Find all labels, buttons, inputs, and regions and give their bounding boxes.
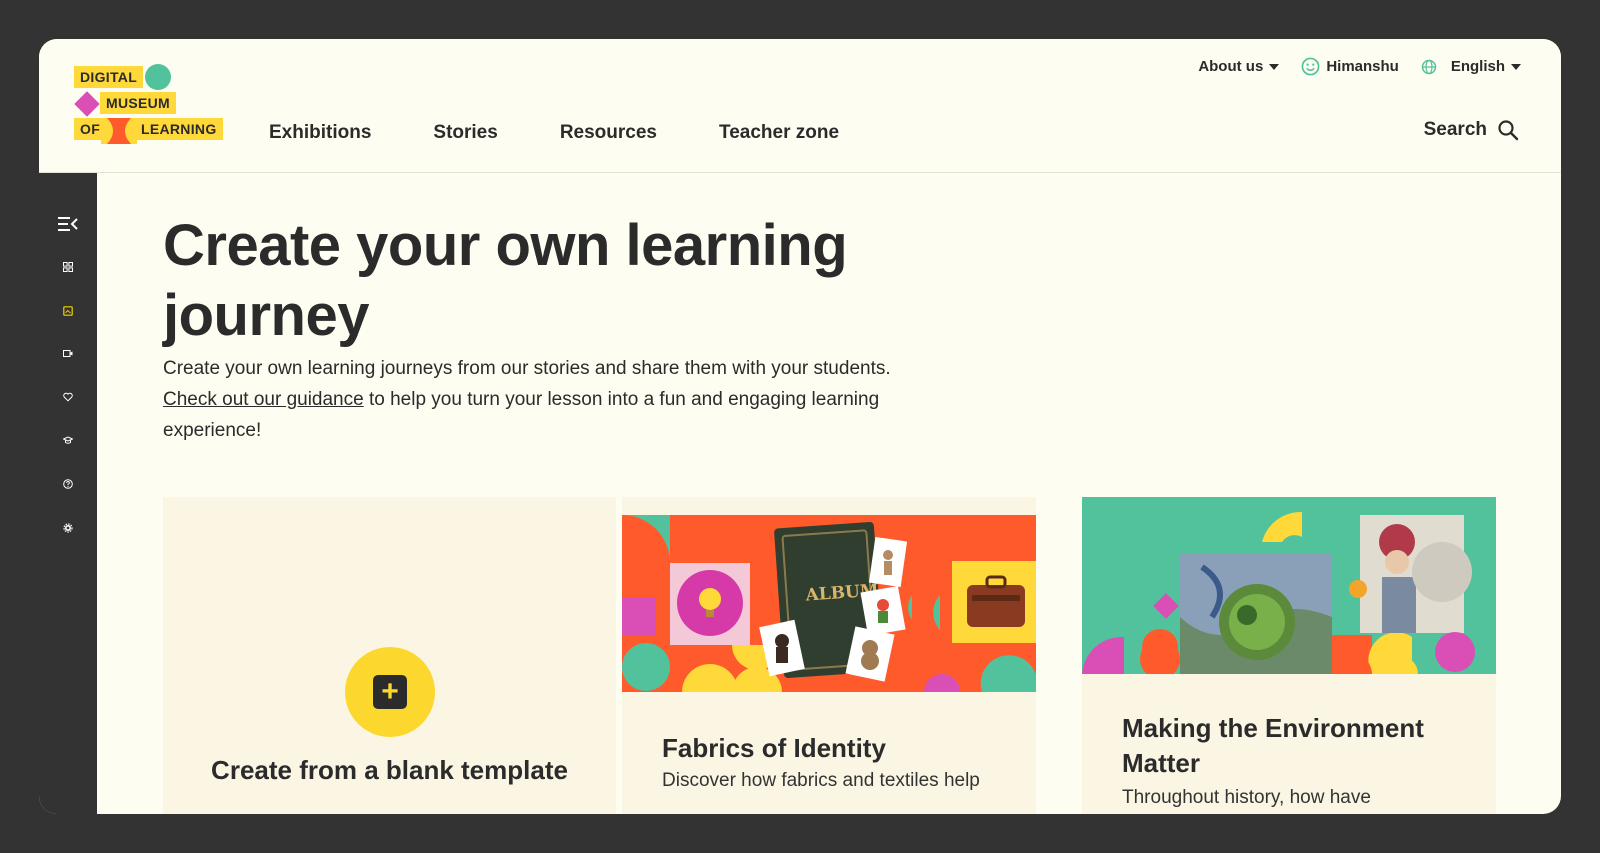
favourites-icon	[63, 392, 73, 402]
logo-diamond-shape	[74, 91, 100, 117]
sidebar-item-settings[interactable]	[39, 523, 97, 533]
search-label: Search	[1423, 119, 1487, 140]
nav-item-teacher-zone[interactable]: Teacher zone	[719, 122, 839, 144]
sidebar-item-presentations[interactable]	[39, 349, 97, 359]
sidebar-item-courses[interactable]	[39, 435, 97, 445]
logo-hourglass-shape	[107, 118, 131, 144]
presentation-icon	[63, 350, 73, 357]
logo-word-digital: DIGITAL	[74, 66, 144, 88]
blank-template-card[interactable]: + Create from a blank template	[163, 497, 616, 814]
help-icon	[63, 479, 73, 489]
fabrics-collage-image: ALBUM	[622, 515, 1036, 692]
logo-circle-shape	[145, 64, 171, 90]
search-icon	[1498, 120, 1519, 141]
search-button[interactable]: Search	[1424, 119, 1519, 141]
page-title: Create your own learning journey	[163, 213, 848, 348]
learning-journeys-icon	[63, 306, 73, 316]
nav-item-resources[interactable]: Resources	[560, 122, 657, 144]
language-dropdown[interactable]: English	[1421, 58, 1521, 75]
journey-card-description: Throughout history, how have	[1122, 787, 1371, 808]
journey-card-description: Discover how fabrics and textiles help	[662, 770, 980, 791]
sidebar-collapse-button[interactable]	[39, 215, 97, 233]
nav-item-exhibitions[interactable]: Exhibitions	[269, 122, 371, 144]
environment-collage-graphic	[1082, 497, 1496, 674]
journey-card-fabrics[interactable]: ALBUM Fabrics of Identity Discover how f…	[622, 497, 1036, 814]
main-nav: Exhibitions Stories Resources Teacher zo…	[269, 122, 839, 144]
sidebar-item-learning-journeys[interactable]	[39, 306, 97, 316]
chevron-down-icon	[1269, 63, 1280, 70]
smiley-icon	[1301, 57, 1320, 76]
logo-word-museum: MUSEUM	[100, 92, 177, 114]
journey-card-title: Fabrics of Identity	[662, 733, 886, 763]
globe-icon	[1421, 59, 1437, 74]
sidebar-item-help[interactable]	[39, 479, 97, 489]
sidebar-item-dashboard[interactable]	[39, 262, 97, 272]
description-text-start: Create your own learning journeys from o…	[163, 358, 891, 379]
utility-nav: About us Himanshu English	[1198, 57, 1521, 76]
logo-word-of: OF	[74, 118, 105, 140]
graduation-cap-icon	[63, 436, 73, 444]
fabrics-collage-graphic: ALBUM	[622, 515, 1036, 692]
site-header: DIGITAL MUSEUM OF LEARNING About us Hima…	[39, 39, 1561, 173]
page-description: Create your own learning journeys from o…	[163, 353, 933, 446]
journey-card-environment[interactable]: Making the Environment Matter Throughout…	[1082, 497, 1496, 814]
logo-word-learning: LEARNING	[137, 118, 223, 140]
sidebar	[39, 173, 97, 814]
main-content: Create your own learning journey Create …	[97, 173, 1561, 814]
blank-template-title: Create from a blank template	[211, 755, 568, 785]
site-logo[interactable]: DIGITAL MUSEUM OF LEARNING	[74, 64, 264, 149]
add-journey-button[interactable]: +	[345, 647, 435, 737]
user-name: Himanshu	[1326, 58, 1399, 75]
user-account-link[interactable]: Himanshu	[1301, 57, 1399, 76]
sidebar-item-favourites[interactable]	[39, 392, 97, 402]
journey-card-title: Making the Environment Matter	[1122, 713, 1424, 778]
about-us-label: About us	[1198, 58, 1264, 75]
plus-icon: +	[373, 675, 407, 709]
settings-icon	[63, 523, 73, 533]
about-us-dropdown[interactable]: About us	[1198, 58, 1280, 75]
language-label: English	[1450, 58, 1505, 75]
chevron-down-icon	[1511, 63, 1521, 70]
environment-collage-image	[1082, 497, 1496, 674]
dashboard-icon	[63, 262, 73, 272]
browser-frame: DIGITAL MUSEUM OF LEARNING About us Hima…	[39, 39, 1561, 814]
collapse-menu-icon	[58, 217, 78, 231]
nav-item-stories[interactable]: Stories	[433, 122, 497, 144]
guidance-link[interactable]: Check out our guidance	[163, 389, 364, 410]
